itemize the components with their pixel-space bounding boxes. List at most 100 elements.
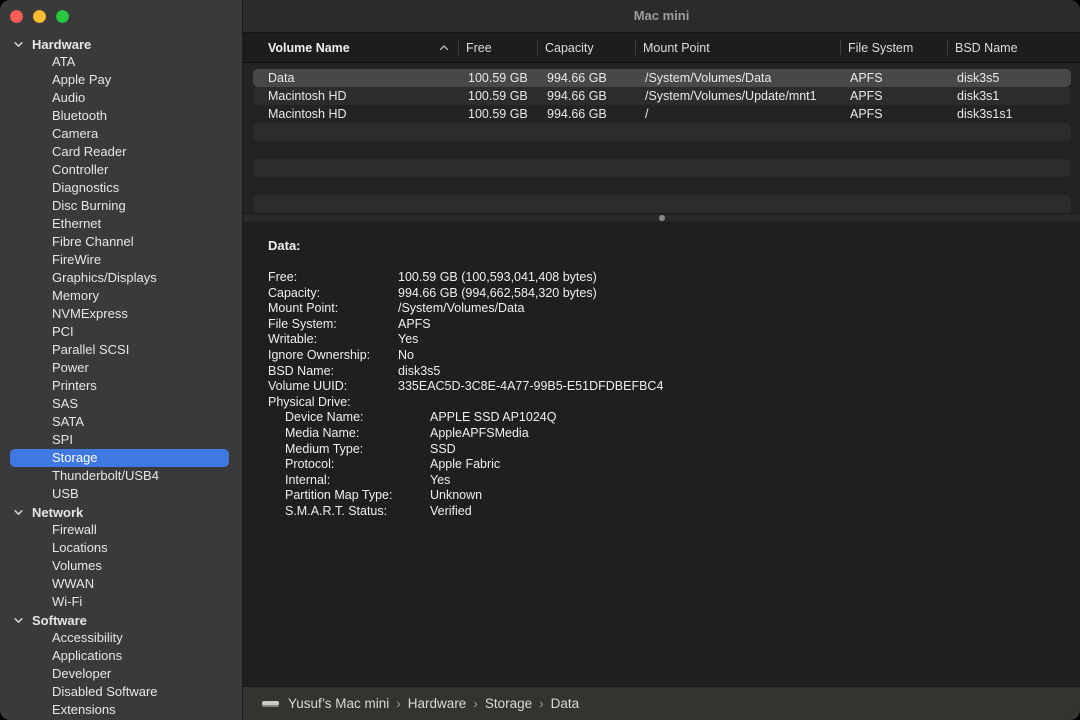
sidebar-section-hardware[interactable]: Hardware <box>0 35 242 53</box>
sidebar-item-parallel-scsi[interactable]: Parallel SCSI <box>10 341 229 359</box>
detail-label: Media Name: <box>285 426 430 442</box>
detail-row-partition-map-type: Partition Map Type:Unknown <box>268 488 1070 504</box>
detail-row-ignore-ownership: Ignore Ownership:No <box>268 348 1070 364</box>
sidebar-item-sata[interactable]: SATA <box>10 413 229 431</box>
sidebar-item-controller[interactable]: Controller <box>10 161 229 179</box>
table-row-macintosh-hd-disk3s1s1[interactable]: Macintosh HD100.59 GB994.66 GB/APFSdisk3… <box>253 105 1071 123</box>
sidebar-item-thunderbolt-usb4[interactable]: Thunderbolt/USB4 <box>10 467 229 485</box>
column-header-capacity[interactable]: Capacity <box>537 33 635 62</box>
sidebar-item-wwan[interactable]: WWAN <box>10 575 229 593</box>
sidebar-section-label: Hardware <box>32 37 91 52</box>
detail-value: /System/Volumes/Data <box>398 301 524 317</box>
detail-row-volume-uuid: Volume UUID:335EAC5D-3C8E-4A77-99B5-E51D… <box>268 379 1070 395</box>
sidebar-item-printers[interactable]: Printers <box>10 377 229 395</box>
detail-value: APFS <box>398 317 431 333</box>
column-divider <box>635 40 636 55</box>
titlebar[interactable]: Mac mini <box>243 0 1080 33</box>
sidebar-item-usb[interactable]: USB <box>10 485 229 503</box>
detail-label: Internal: <box>285 473 430 489</box>
column-header-file-system[interactable]: File System <box>840 33 947 62</box>
column-header-label: Free <box>466 41 492 55</box>
detail-label: BSD Name: <box>268 364 398 380</box>
detail-label: Volume UUID: <box>268 379 398 395</box>
detail-value: SSD <box>430 442 456 458</box>
column-header-volume-name[interactable]: Volume Name <box>243 33 458 62</box>
close-button[interactable] <box>10 10 23 23</box>
sidebar-item-apple-pay[interactable]: Apple Pay <box>10 71 229 89</box>
table-row-empty <box>253 123 1071 141</box>
cell-mount-point: /System/Volumes/Data <box>645 69 850 87</box>
sidebar-item-disc-burning[interactable]: Disc Burning <box>10 197 229 215</box>
sidebar-item-camera[interactable]: Camera <box>10 125 229 143</box>
sidebar-item-storage[interactable]: Storage <box>10 449 229 467</box>
sidebar-item-firewire[interactable]: FireWire <box>10 251 229 269</box>
pane-splitter[interactable] <box>243 213 1080 223</box>
sidebar-item-wi-fi[interactable]: Wi-Fi <box>10 593 229 611</box>
detail-rows: Free:100.59 GB (100,593,041,408 bytes)Ca… <box>268 270 1070 520</box>
sidebar-item-ethernet[interactable]: Ethernet <box>10 215 229 233</box>
sidebar-item-sas[interactable]: SAS <box>10 395 229 413</box>
breadcrumb-separator: › <box>389 696 408 711</box>
detail-value: Yes <box>430 473 450 489</box>
sidebar-item-locations[interactable]: Locations <box>10 539 229 557</box>
sidebar-section-network[interactable]: Network <box>0 503 242 521</box>
detail-label: Physical Drive: <box>268 395 398 411</box>
column-header-mount-point[interactable]: Mount Point <box>635 33 840 62</box>
cell-mount-point: /System/Volumes/Update/mnt1 <box>645 87 850 105</box>
detail-row-free: Free:100.59 GB (100,593,041,408 bytes) <box>268 270 1070 286</box>
detail-label: Partition Map Type: <box>285 488 430 504</box>
table-row-macintosh-hd-disk3s1[interactable]: Macintosh HD100.59 GB994.66 GB/System/Vo… <box>253 87 1071 105</box>
chevron-down-icon <box>13 507 24 518</box>
column-header-free[interactable]: Free <box>458 33 537 62</box>
sidebar-item-spi[interactable]: SPI <box>10 431 229 449</box>
table-row-empty <box>253 141 1071 159</box>
column-header-bsd-name[interactable]: BSD Name <box>947 33 1080 62</box>
detail-row-medium-type: Medium Type:SSD <box>268 442 1070 458</box>
sidebar-section-software[interactable]: Software <box>0 611 242 629</box>
minimize-button[interactable] <box>33 10 46 23</box>
category-tree: HardwareATAApple PayAudioBluetoothCamera… <box>0 24 242 720</box>
cell-free: 100.59 GB <box>468 105 547 123</box>
sidebar-item-developer[interactable]: Developer <box>10 665 229 683</box>
cell-volume-name: Macintosh HD <box>268 87 468 105</box>
table-body: Data100.59 GB994.66 GB/System/Volumes/Da… <box>243 63 1080 213</box>
sidebar-item-pci[interactable]: PCI <box>10 323 229 341</box>
zoom-button[interactable] <box>56 10 69 23</box>
column-header-label: Capacity <box>545 41 594 55</box>
table-row-empty <box>253 159 1071 177</box>
sidebar-item-card-reader[interactable]: Card Reader <box>10 143 229 161</box>
sidebar-item-ata[interactable]: ATA <box>10 53 229 71</box>
breadcrumb-segment-storage: Storage <box>485 696 532 711</box>
sidebar-item-fibre-channel[interactable]: Fibre Channel <box>10 233 229 251</box>
sidebar-section-label: Software <box>32 613 87 628</box>
table-header: Volume Name Free Capacity Mount PointFile S… <box>243 33 1080 63</box>
sidebar-item-power[interactable]: Power <box>10 359 229 377</box>
sidebar-item-applications[interactable]: Applications <box>10 647 229 665</box>
sidebar-item-audio[interactable]: Audio <box>10 89 229 107</box>
sidebar-item-diagnostics[interactable]: Diagnostics <box>10 179 229 197</box>
sidebar-item-extensions[interactable]: Extensions <box>10 701 229 719</box>
detail-row-internal: Internal:Yes <box>268 473 1070 489</box>
content-pane: Mac mini Volume Name Free Capacity Mount Po… <box>243 0 1080 720</box>
sidebar-item-bluetooth[interactable]: Bluetooth <box>10 107 229 125</box>
detail-value: No <box>398 348 414 364</box>
detail-row-capacity: Capacity:994.66 GB (994,662,584,320 byte… <box>268 286 1070 302</box>
sidebar: HardwareATAApple PayAudioBluetoothCamera… <box>0 0 243 720</box>
sidebar-item-disabled-software[interactable]: Disabled Software <box>10 683 229 701</box>
detail-row-s-m-a-r-t-status: S.M.A.R.T. Status:Verified <box>268 504 1070 520</box>
window-controls <box>0 0 242 24</box>
sidebar-item-firewall[interactable]: Firewall <box>10 521 229 539</box>
sidebar-item-accessibility[interactable]: Accessibility <box>10 629 229 647</box>
detail-value: AppleAPFSMedia <box>430 426 529 442</box>
sidebar-item-nvmexpress[interactable]: NVMExpress <box>10 305 229 323</box>
sidebar-item-memory[interactable]: Memory <box>10 287 229 305</box>
breadcrumb-separator: › <box>532 696 551 711</box>
cell-capacity: 994.66 GB <box>547 69 645 87</box>
sidebar-item-volumes[interactable]: Volumes <box>10 557 229 575</box>
table-row-data-disk3s5[interactable]: Data100.59 GB994.66 GB/System/Volumes/Da… <box>253 69 1071 87</box>
detail-value: APPLE SSD AP1024Q <box>430 410 556 426</box>
sidebar-item-graphics-displays[interactable]: Graphics/Displays <box>10 269 229 287</box>
column-header-label: BSD Name <box>955 41 1018 55</box>
detail-value: Yes <box>398 332 418 348</box>
column-divider <box>537 40 538 55</box>
